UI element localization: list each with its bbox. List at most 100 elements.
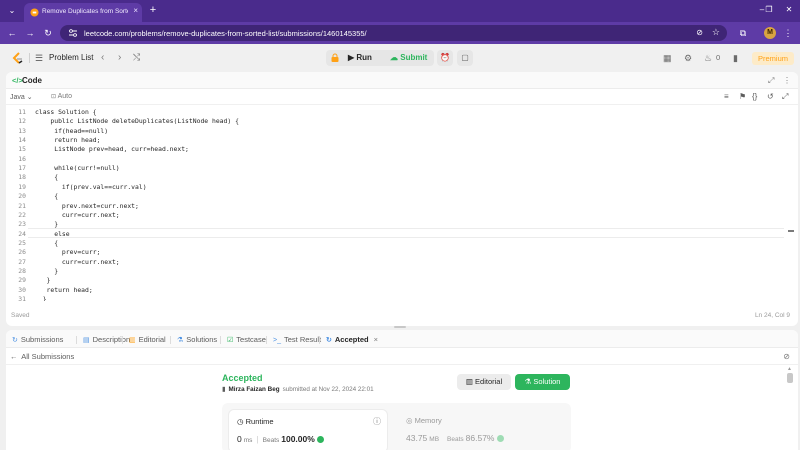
tab-close-icon[interactable]: ×	[133, 6, 138, 15]
browser-tab[interactable]: Remove Duplicates from Sorted List - Lee…	[24, 3, 142, 22]
flask-icon: ⚗	[177, 337, 184, 344]
code-line[interactable]: ListNode prev=head, curr=head.next;	[35, 145, 189, 153]
all-submissions-link[interactable]: ← All Submissions	[10, 352, 74, 361]
code-line[interactable]: }	[35, 220, 58, 228]
code-line[interactable]: {	[35, 173, 58, 181]
editorial-icon: ▥	[129, 337, 136, 344]
leetcode-logo-icon[interactable]	[12, 52, 24, 65]
tab-divider	[319, 336, 320, 344]
bookmark-star-icon[interactable]: ☆	[712, 27, 720, 38]
runtime-beats-label: Beats	[262, 437, 280, 444]
code-editor[interactable]: 11 class Solution {12 public ListNode del…	[6, 105, 786, 301]
saved-status: Saved	[11, 312, 30, 319]
code-line[interactable]: return head;	[35, 286, 93, 294]
code-line[interactable]: }	[35, 276, 51, 284]
layout-grid-icon[interactable]: ▦	[663, 53, 672, 64]
editor-status-bar: Saved Ln 24, Col 9	[6, 308, 798, 324]
bookmark-icon[interactable]: ⚑	[739, 92, 746, 101]
streak-fire-icon[interactable]: ♨	[704, 53, 712, 64]
problem-list-link[interactable]: Problem List	[49, 53, 93, 62]
braces-icon[interactable]: {}	[752, 92, 757, 101]
code-line[interactable]: }	[35, 295, 47, 301]
code-line[interactable]: {	[35, 192, 58, 200]
code-line[interactable]: class Solution {	[35, 108, 97, 116]
code-line[interactable]: curr=curr.next;	[35, 258, 120, 266]
chevron-down-icon: ⌄	[26, 94, 33, 101]
problem-list-icon[interactable]: ☰	[35, 53, 43, 64]
runtime-card[interactable]: ◷ Runtime ⓘ 0 ms | Beats 100.00%	[228, 409, 388, 450]
panel-resize-handle[interactable]	[394, 326, 406, 328]
code-line[interactable]: curr=curr.next;	[35, 211, 120, 219]
language-select[interactable]: Java ⌄	[10, 93, 33, 101]
tab-test-result[interactable]: >_ Test Result	[273, 335, 321, 344]
extensions-icon[interactable]: ⧉	[737, 27, 749, 39]
tab-search-menu[interactable]: ⌄	[5, 4, 19, 18]
tab-solutions[interactable]: ⚗ Solutions	[177, 335, 217, 344]
tab-description[interactable]: ▤ Description	[83, 335, 130, 344]
format-code-icon[interactable]: ≡	[724, 92, 729, 101]
username-link[interactable]: Mirza Faizan Beg	[228, 386, 279, 393]
code-line[interactable]: }	[35, 267, 58, 275]
code-line[interactable]: if(head==null)	[35, 127, 108, 135]
next-problem-chevron-icon[interactable]: ›	[118, 52, 121, 63]
line-number: 29	[18, 276, 26, 285]
profile-avatar[interactable]: M	[764, 27, 776, 39]
tab-testcase[interactable]: ☑ Testcase	[227, 335, 266, 344]
tab-editorial[interactable]: ▥ Editorial	[129, 335, 166, 344]
prev-problem-chevron-icon[interactable]: ‹	[101, 52, 104, 63]
expand-panel-icon[interactable]: ⤢	[768, 76, 774, 86]
code-line[interactable]: prev.next=curr.next;	[35, 202, 139, 210]
tab-submissions[interactable]: ↻ Submissions	[12, 335, 63, 344]
close-tab-icon[interactable]: ×	[374, 335, 378, 344]
code-line[interactable]: else	[35, 230, 69, 238]
info-icon[interactable]: ⓘ	[373, 416, 381, 427]
reload-button[interactable]: ↻	[42, 27, 54, 39]
tab-label: Submissions	[20, 335, 64, 344]
run-button[interactable]: ▶ Run	[348, 53, 372, 62]
alarm-clock-icon[interactable]: ⏰	[437, 50, 453, 66]
note-icon[interactable]: ▢	[457, 50, 473, 66]
panel-more-icon[interactable]: ⋮	[783, 76, 791, 85]
shuffle-icon[interactable]: ⤭	[133, 52, 140, 63]
browser-menu-icon[interactable]: ⋮	[782, 27, 794, 39]
share-link-icon[interactable]: ⊘	[783, 352, 790, 361]
address-bar[interactable]: leetcode.com/problems/remove-duplicates-…	[60, 25, 727, 41]
code-line[interactable]: prev=curr;	[35, 248, 101, 256]
runtime-value-row: 0 ms | Beats 100.00%	[237, 434, 324, 444]
editor-toolbar: Java ⌄ ⊡ Auto ≡ ⚑ {} ↺ ⤢	[6, 89, 798, 105]
fullscreen-icon[interactable]: ⤢	[782, 92, 788, 102]
premium-button[interactable]: Premium	[752, 52, 794, 65]
window-maximize-button[interactable]: ❐	[762, 4, 776, 16]
submit-button[interactable]: ☁ Submit	[390, 53, 427, 62]
code-line[interactable]: return head;	[35, 136, 100, 144]
flask-icon: ⚗	[524, 377, 532, 386]
phone-app-icon[interactable]: ▮	[733, 53, 738, 64]
tab-label: Accepted	[334, 335, 369, 344]
editor-scroll-marker	[788, 230, 794, 232]
history-icon: ↻	[12, 337, 18, 344]
code-line[interactable]: public ListNode deleteDuplicates(ListNod…	[35, 117, 239, 125]
auto-mode-toggle[interactable]: ⊡ Auto	[51, 93, 72, 100]
site-info-icon[interactable]	[68, 28, 78, 38]
back-button[interactable]: ←	[6, 27, 18, 39]
tab-label: Testcase	[236, 335, 266, 344]
code-line[interactable]: {	[35, 239, 58, 247]
reset-code-icon[interactable]: ↺	[767, 92, 774, 101]
new-tab-button[interactable]: +	[147, 4, 159, 18]
window-close-button[interactable]: ✕	[782, 4, 796, 16]
line-number: 24	[18, 229, 26, 238]
line-number: 21	[18, 201, 26, 210]
code-line[interactable]: while(curr!=null)	[35, 164, 119, 172]
settings-gear-icon[interactable]: ⚙	[684, 53, 692, 64]
code-line[interactable]: if(prev.val==curr.val)	[35, 183, 147, 191]
streak-count: 0	[716, 53, 721, 62]
editorial-button[interactable]: ▥ Editorial	[457, 374, 511, 390]
eye-off-icon[interactable]: ⊘	[696, 28, 703, 37]
tab-accepted[interactable]: ↻ Accepted ×	[326, 335, 378, 344]
memory-card[interactable]: ◎ Memory 43.75 MB Beats 86.57%	[398, 409, 558, 450]
forward-button[interactable]: →	[24, 27, 36, 39]
panel-scrollbar-thumb[interactable]	[787, 373, 793, 383]
post-solution-button[interactable]: ⚗ Solution	[515, 374, 570, 390]
scroll-up-icon[interactable]: ▲	[787, 366, 792, 372]
debug-lock-icon[interactable]	[330, 53, 340, 63]
